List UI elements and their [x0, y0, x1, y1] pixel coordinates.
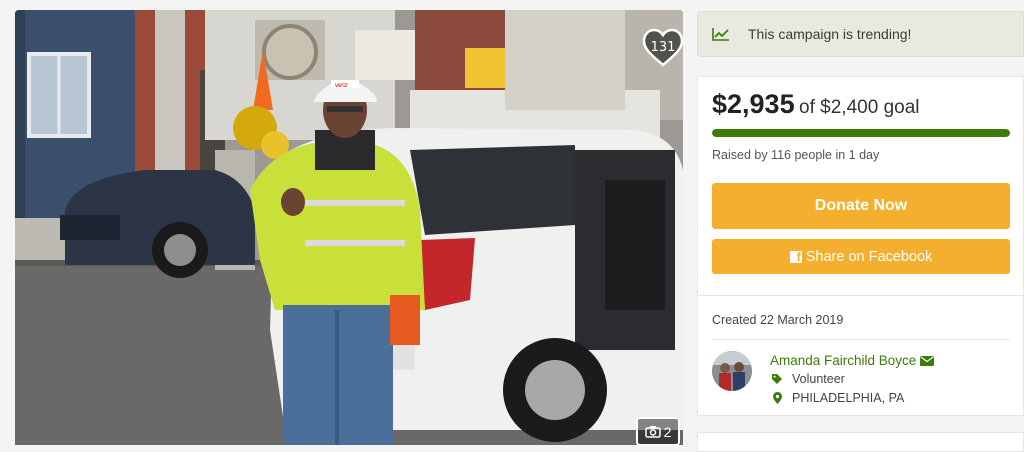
divider [712, 339, 1010, 340]
donation-card: $2,935 of $2,400 goal Raised by 116 peop… [697, 76, 1024, 296]
camera-icon [644, 426, 661, 438]
photo-count-label: 2 [663, 423, 672, 440]
organizer-role-row: Volunteer [770, 372, 845, 386]
organizer-link[interactable]: Amanda Fairchild Boyce [770, 353, 935, 368]
share-facebook-label: Share on Facebook [805, 248, 933, 265]
campaign-photo[interactable]: veriz 131 2 [15, 10, 683, 445]
raised-by-text: Raised by 116 people in 1 day [712, 148, 880, 162]
heart-count: 131 [650, 40, 676, 55]
goal-text: of $2,400 goal [799, 97, 920, 118]
photo-gallery-button[interactable]: 2 [636, 417, 680, 445]
campaign-details-card: Created 22 March 2019 Amanda Fairchild B… [697, 296, 1024, 416]
progress-fill [712, 129, 1010, 137]
location-text: PHILADELPHIA, PA [792, 391, 905, 405]
trending-text: This campaign is trending! [748, 26, 912, 42]
progress-bar [712, 129, 1010, 137]
created-date: Created 22 March 2019 [712, 313, 844, 327]
map-marker-icon [772, 392, 782, 404]
organizer-role: Volunteer [792, 372, 845, 386]
location-row: PHILADELPHIA, PA [770, 391, 904, 405]
envelope-icon[interactable] [920, 355, 935, 366]
campaign-photo-image: veriz [15, 10, 683, 445]
trending-banner: This campaign is trending! [697, 11, 1024, 57]
next-card [697, 432, 1024, 452]
donate-now-button[interactable]: Donate Now [712, 183, 1010, 229]
facebook-icon: f [789, 250, 802, 263]
tag-icon [772, 374, 782, 384]
raised-amount: $2,935 [712, 89, 795, 119]
amount-line: $2,935 of $2,400 goal [712, 89, 920, 120]
organizer-name: Amanda Fairchild Boyce [770, 353, 917, 368]
trending-chart-icon [712, 28, 729, 41]
avatar-image [712, 351, 752, 391]
avatar[interactable] [712, 351, 752, 391]
favorite-heart-button[interactable]: 131 [642, 28, 683, 68]
share-facebook-button[interactable]: f Share on Facebook [712, 239, 1010, 274]
hardhat-text: veriz [335, 83, 348, 89]
